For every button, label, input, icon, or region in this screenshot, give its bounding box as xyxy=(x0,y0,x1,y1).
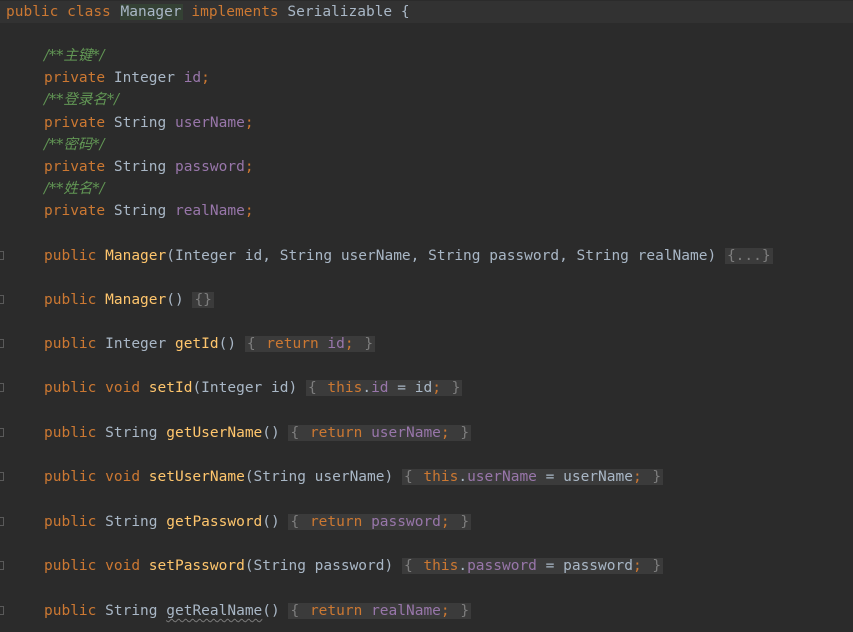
method-getpassword-line[interactable]: public String getPassword() { return pas… xyxy=(0,511,853,533)
field-comment: /**主键*/ xyxy=(44,48,105,64)
field-declaration-username[interactable]: private String userName; xyxy=(0,112,853,134)
modifier: private xyxy=(44,203,106,219)
keyword-implements: implements xyxy=(191,4,279,20)
keyword-public: public xyxy=(44,292,97,308)
constructor-full-line[interactable]: public Manager(Integer id, String userNa… xyxy=(0,245,853,267)
keyword-public: public xyxy=(44,336,97,352)
keyword-public: public xyxy=(6,4,59,20)
method-name[interactable]: getPassword xyxy=(166,514,262,530)
constructor-name[interactable]: Manager xyxy=(105,248,166,264)
constructor-empty-line[interactable]: public Manager() {} xyxy=(0,289,853,311)
method-setusername-line[interactable]: public void setUserName(String userName)… xyxy=(0,466,853,488)
keyword-class: class xyxy=(67,4,111,20)
return-type: Integer xyxy=(105,336,167,352)
comment-line-realname[interactable]: /**姓名*/ xyxy=(0,178,853,200)
field-name[interactable]: password xyxy=(175,159,245,175)
method-params: () xyxy=(262,514,280,530)
field-name[interactable]: userName xyxy=(175,115,245,131)
comment-line-id[interactable]: /**主键*/ xyxy=(0,45,853,67)
method-name[interactable]: setId xyxy=(149,380,193,396)
method-setid-line[interactable]: public void setId(Integer id) { this.id … xyxy=(0,377,853,399)
class-name[interactable]: Manager xyxy=(119,4,183,20)
keyword-public: public xyxy=(44,248,97,264)
return-type: String xyxy=(105,514,158,530)
keyword-public: public xyxy=(44,558,97,574)
method-params: (String password) xyxy=(244,558,394,574)
code-editor[interactable]: public class Manager implements Serializ… xyxy=(0,0,853,632)
field-type: String xyxy=(113,203,167,219)
return-type: String xyxy=(105,603,158,619)
method-getrealname-line[interactable]: public String getRealName() { return rea… xyxy=(0,600,853,622)
constructor-name[interactable]: Manager xyxy=(105,292,166,308)
folded-body[interactable]: { this.id = id; } xyxy=(305,380,463,396)
field-type: String xyxy=(113,115,167,131)
method-params: (Integer id) xyxy=(192,380,298,396)
keyword-public: public xyxy=(44,514,97,530)
interface-name[interactable]: Serializable xyxy=(287,4,392,20)
open-brace: { xyxy=(400,4,410,20)
return-type: void xyxy=(105,558,141,574)
return-type: void xyxy=(105,469,141,485)
method-getid-line[interactable]: public Integer getId() { return id; } xyxy=(0,333,853,355)
field-declaration-realname[interactable]: private String realName; xyxy=(0,200,853,222)
modifier: private xyxy=(44,159,106,175)
class-declaration-line[interactable]: public class Manager implements Serializ… xyxy=(0,1,853,23)
keyword-public: public xyxy=(44,469,97,485)
field-type: Integer xyxy=(113,70,175,86)
folded-body[interactable]: {} xyxy=(192,292,214,308)
method-params: () xyxy=(218,336,237,352)
comment-line-username[interactable]: /**登录名*/ xyxy=(0,89,853,111)
comment-line-password[interactable]: /**密码*/ xyxy=(0,134,853,156)
method-name[interactable]: getId xyxy=(175,336,219,352)
return-type: String xyxy=(105,425,158,441)
constructor-params: (Integer id, String userName, String pas… xyxy=(166,248,717,264)
keyword-public: public xyxy=(44,380,97,396)
constructor-params: () xyxy=(166,292,184,308)
folded-body[interactable]: { this.userName = userName; } xyxy=(401,469,664,485)
field-declaration-password[interactable]: private String password; xyxy=(0,156,853,178)
method-name[interactable]: getRealName xyxy=(166,603,262,619)
method-name[interactable]: getUserName xyxy=(166,425,262,441)
field-comment: /**登录名*/ xyxy=(44,92,120,108)
method-setpassword-line[interactable]: public void setPassword(String password)… xyxy=(0,555,853,577)
method-params: () xyxy=(262,603,280,619)
method-name[interactable]: setPassword xyxy=(149,558,245,574)
folded-body[interactable]: { return password; } xyxy=(288,514,472,530)
field-type: String xyxy=(113,159,167,175)
folded-body[interactable]: { return userName; } xyxy=(288,425,472,441)
field-comment: /**姓名*/ xyxy=(44,181,105,197)
field-comment: /**密码*/ xyxy=(44,137,105,153)
keyword-public: public xyxy=(44,425,97,441)
field-declaration-id[interactable]: private Integer id; xyxy=(0,67,853,89)
field-name[interactable]: realName xyxy=(175,203,245,219)
modifier: private xyxy=(44,70,106,86)
folded-body[interactable]: {...} xyxy=(724,248,773,264)
folded-body[interactable]: { return realName; } xyxy=(288,603,472,619)
field-name[interactable]: id xyxy=(184,70,201,86)
folded-body[interactable]: { return id; } xyxy=(244,336,376,352)
return-type: void xyxy=(105,380,141,396)
keyword-public: public xyxy=(44,603,97,619)
method-params: (String userName) xyxy=(244,469,394,485)
method-getusername-line[interactable]: public String getUserName() { return use… xyxy=(0,422,853,444)
method-params: () xyxy=(262,425,280,441)
method-name[interactable]: setUserName xyxy=(149,469,245,485)
modifier: private xyxy=(44,115,106,131)
folded-body[interactable]: { this.password = password; } xyxy=(401,558,664,574)
